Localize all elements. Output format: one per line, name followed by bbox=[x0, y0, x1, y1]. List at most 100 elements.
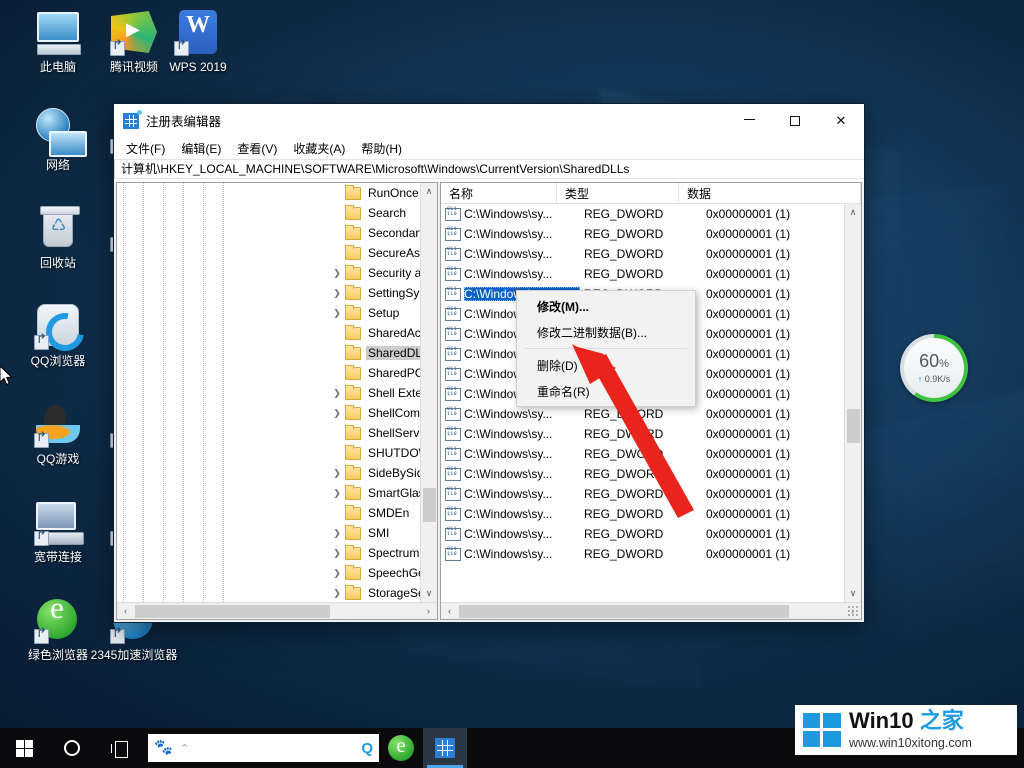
list-hscrollbar-thumb[interactable] bbox=[459, 605, 789, 618]
tree-item-sharedaccess[interactable]: SharedAccess bbox=[117, 323, 437, 343]
registry-tree-pane[interactable]: RunOnceSearchSecondaryAuthFactorSecureAs… bbox=[116, 182, 438, 620]
table-row[interactable]: C:\Windows\sy...REG_DWORD0x00000001 (1) bbox=[441, 484, 861, 504]
search-submit-icon[interactable]: Q bbox=[361, 740, 373, 757]
table-row[interactable]: C:\Windows\sy...REG_DWORD0x00000001 (1) bbox=[441, 464, 861, 484]
close-button[interactable]: ✕ bbox=[818, 105, 864, 137]
list-scroll-up-arrow[interactable]: ∧ bbox=[845, 204, 862, 221]
menu-item-0[interactable]: 文件(F) bbox=[118, 138, 173, 159]
list-scroll-left-arrow[interactable]: ‹ bbox=[441, 606, 458, 616]
task-view-button[interactable] bbox=[96, 728, 144, 768]
context-menu-item-0[interactable]: 修改(M)... bbox=[517, 293, 695, 319]
tree-item-settingsync[interactable]: ❯SettingSync bbox=[117, 283, 437, 303]
maximize-button[interactable] bbox=[772, 105, 818, 137]
tree-horizontal-scrollbar[interactable]: ‹ › bbox=[117, 602, 437, 619]
resize-grip[interactable] bbox=[847, 605, 859, 617]
network-speed-widget[interactable]: 60% ↑ 0.9K/s bbox=[900, 334, 968, 402]
chevron-right-icon[interactable]: ❯ bbox=[329, 588, 345, 599]
chevron-up-icon[interactable]: ⌃ bbox=[180, 742, 189, 755]
tree-item-smartglass[interactable]: ❯SmartGlass bbox=[117, 483, 437, 503]
window-titlebar[interactable]: 注册表编辑器 ✕ bbox=[114, 104, 864, 137]
chevron-right-icon[interactable]: ❯ bbox=[329, 268, 345, 279]
value-name-cell: C:\Windows\sy... bbox=[464, 527, 580, 541]
chevron-right-icon[interactable]: ❯ bbox=[329, 288, 345, 299]
value-context-menu[interactable]: 修改(M)...修改二进制数据(B)... 删除(D)重命名(R) bbox=[516, 290, 696, 407]
table-row[interactable]: C:\Windows\sy...REG_DWORD0x00000001 (1) bbox=[441, 524, 861, 544]
dword-value-icon bbox=[445, 428, 461, 441]
chevron-right-icon[interactable]: ❯ bbox=[329, 488, 345, 499]
chevron-right-icon[interactable]: ❯ bbox=[329, 408, 345, 419]
value-data-cell: 0x00000001 (1) bbox=[702, 327, 861, 341]
tree-item-shareddlls[interactable]: SharedDLLs bbox=[117, 343, 437, 363]
column-header-0[interactable]: 名称 bbox=[441, 183, 557, 203]
cortana-button[interactable] bbox=[48, 728, 96, 768]
tree-body[interactable]: RunOnceSearchSecondaryAuthFactorSecureAs… bbox=[117, 183, 437, 602]
tree-item-shellcompatibility[interactable]: ❯ShellCompatibility bbox=[117, 403, 437, 423]
tree-item-sidebyside[interactable]: ❯SideBySide bbox=[117, 463, 437, 483]
tree-item-shell-extensions[interactable]: ❯Shell Extensions bbox=[117, 383, 437, 403]
tree-item-spectrum[interactable]: ❯Spectrum bbox=[117, 543, 437, 563]
tree-scroll-left-arrow[interactable]: ‹ bbox=[117, 606, 134, 616]
minimize-button[interactable] bbox=[726, 105, 772, 137]
tree-vertical-scrollbar[interactable]: ∧ ∨ bbox=[420, 183, 437, 602]
desktop-icon-2[interactable]: WPS 2019 bbox=[152, 8, 244, 74]
registry-editor-window[interactable]: 注册表编辑器 ✕ 文件(F)编辑(E)查看(V)收藏夹(A)帮助(H) 计算机\… bbox=[113, 103, 865, 623]
value-type-cell: REG_DWORD bbox=[580, 427, 702, 441]
table-row[interactable]: C:\Windows\sy...REG_DWORD0x00000001 (1) bbox=[441, 204, 861, 224]
tree-scroll-down-arrow[interactable]: ∨ bbox=[421, 585, 438, 602]
table-row[interactable]: C:\Windows\sy...REG_DWORD0x00000001 (1) bbox=[441, 544, 861, 564]
value-data-cell: 0x00000001 (1) bbox=[702, 387, 861, 401]
chevron-right-icon[interactable]: ❯ bbox=[329, 468, 345, 479]
table-row[interactable]: C:\Windows\sy...REG_DWORD0x00000001 (1) bbox=[441, 504, 861, 524]
tree-item-secondaryauthfactor[interactable]: SecondaryAuthFactor bbox=[117, 223, 437, 243]
tree-item-shellserviceobjectdelayload[interactable]: ShellServiceObjectDelayLoad bbox=[117, 423, 437, 443]
tree-item-runonce[interactable]: RunOnce bbox=[117, 183, 437, 203]
menu-item-4[interactable]: 帮助(H) bbox=[353, 138, 410, 159]
table-row[interactable]: C:\Windows\sy...REG_DWORD0x00000001 (1) bbox=[441, 424, 861, 444]
baidu-search-box[interactable]: ⌃ Q bbox=[148, 734, 379, 762]
search-input[interactable] bbox=[189, 741, 361, 755]
tree-rows[interactable]: RunOnceSearchSecondaryAuthFactorSecureAs… bbox=[117, 183, 437, 602]
chevron-right-icon[interactable]: ❯ bbox=[329, 568, 345, 579]
tree-item-search[interactable]: Search bbox=[117, 203, 437, 223]
tree-scroll-up-arrow[interactable]: ∧ bbox=[421, 183, 438, 200]
tree-scrollbar-thumb[interactable] bbox=[423, 488, 436, 522]
tree-hscrollbar-thumb[interactable] bbox=[135, 605, 330, 618]
column-header-2[interactable]: 数据 bbox=[679, 183, 861, 203]
context-menu-item-4[interactable]: 重命名(R) bbox=[517, 378, 695, 404]
menu-bar[interactable]: 文件(F)编辑(E)查看(V)收藏夹(A)帮助(H) bbox=[114, 137, 864, 159]
chevron-right-icon[interactable]: ❯ bbox=[329, 388, 345, 399]
tree-item-smden[interactable]: SMDEn bbox=[117, 503, 437, 523]
tree-item-smi[interactable]: ❯SMI bbox=[117, 523, 437, 543]
taskbar-app-browser[interactable] bbox=[379, 728, 423, 768]
menu-item-2[interactable]: 查看(V) bbox=[229, 138, 285, 159]
tree-item-speechgestures[interactable]: ❯SpeechGestures bbox=[117, 563, 437, 583]
tree-item-storagesense[interactable]: ❯StorageSense bbox=[117, 583, 437, 602]
address-bar[interactable]: 计算机\HKEY_LOCAL_MACHINE\SOFTWARE\Microsof… bbox=[114, 159, 864, 179]
column-header-1[interactable]: 类型 bbox=[557, 183, 679, 203]
menu-item-3[interactable]: 收藏夹(A) bbox=[285, 138, 353, 159]
chevron-right-icon[interactable]: ❯ bbox=[329, 528, 345, 539]
context-menu-item-3[interactable]: 删除(D) bbox=[517, 352, 695, 378]
list-horizontal-scrollbar[interactable]: ‹ › bbox=[441, 602, 861, 619]
list-vertical-scrollbar[interactable]: ∧ ∨ bbox=[844, 204, 861, 602]
list-scrollbar-thumb[interactable] bbox=[847, 409, 860, 443]
table-row[interactable]: C:\Windows\sy...REG_DWORD0x00000001 (1) bbox=[441, 244, 861, 264]
menu-item-1[interactable]: 编辑(E) bbox=[173, 138, 229, 159]
table-row[interactable]: C:\Windows\sy...REG_DWORD0x00000001 (1) bbox=[441, 404, 861, 424]
taskbar-app-registry-editor[interactable] bbox=[423, 728, 467, 768]
chevron-right-icon[interactable]: ❯ bbox=[329, 308, 345, 319]
context-menu-item-1[interactable]: 修改二进制数据(B)... bbox=[517, 319, 695, 345]
tree-item-setup[interactable]: ❯Setup bbox=[117, 303, 437, 323]
table-row[interactable]: C:\Windows\sy...REG_DWORD0x00000001 (1) bbox=[441, 264, 861, 284]
tree-item-security-and-maintenance[interactable]: ❯Security and Maintenance bbox=[117, 263, 437, 283]
list-column-headers[interactable]: 名称类型数据 bbox=[441, 183, 861, 204]
tree-item-secureassessment[interactable]: SecureAssessment bbox=[117, 243, 437, 263]
chevron-right-icon[interactable]: ❯ bbox=[329, 548, 345, 559]
list-scroll-down-arrow[interactable]: ∨ bbox=[845, 585, 862, 602]
tree-item-sharedpc[interactable]: SharedPC bbox=[117, 363, 437, 383]
tree-item-shutdown[interactable]: SHUTDOWN bbox=[117, 443, 437, 463]
table-row[interactable]: C:\Windows\sy...REG_DWORD0x00000001 (1) bbox=[441, 444, 861, 464]
start-button[interactable] bbox=[0, 728, 48, 768]
tree-scroll-right-arrow[interactable]: › bbox=[420, 606, 437, 616]
table-row[interactable]: C:\Windows\sy...REG_DWORD0x00000001 (1) bbox=[441, 224, 861, 244]
